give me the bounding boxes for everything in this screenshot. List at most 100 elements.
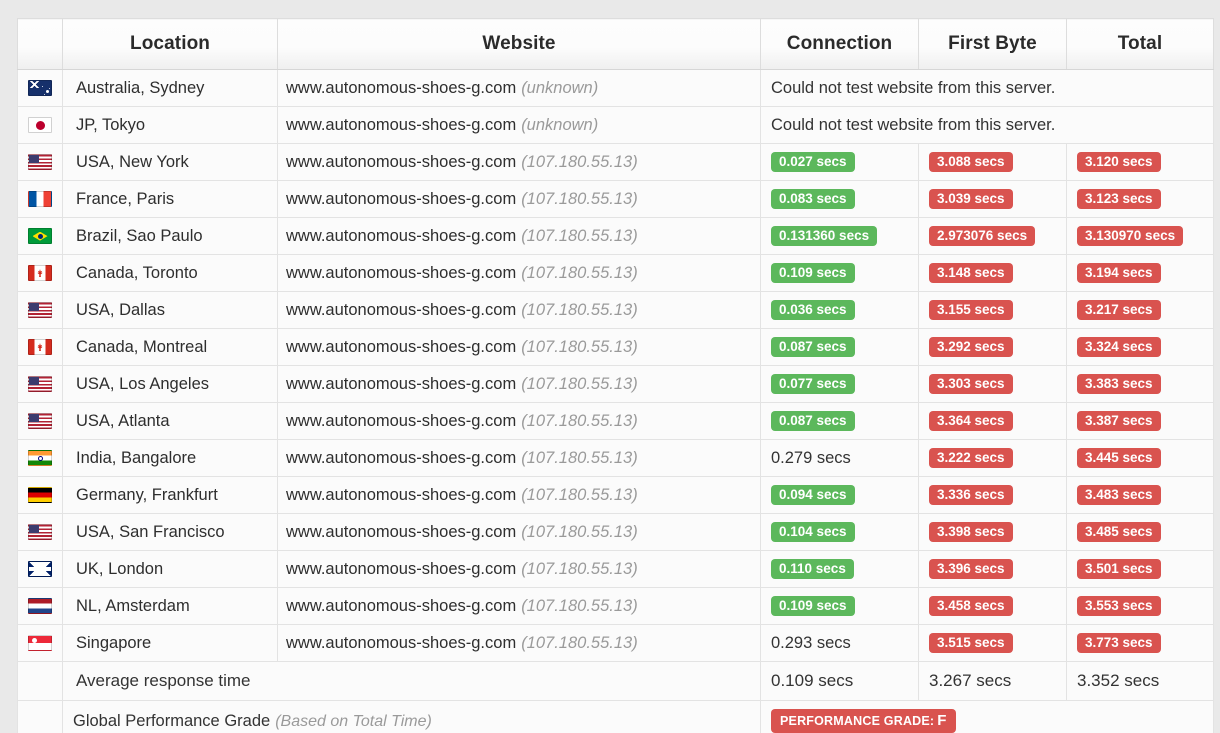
total-cell: 3.324 secs bbox=[1067, 329, 1214, 366]
flag-cell bbox=[18, 144, 63, 181]
grade-label-note: (Based on Total Time) bbox=[275, 713, 432, 730]
website-host: www.autonomous-shoes-g.com bbox=[286, 116, 516, 134]
website-ip: (107.180.55.13) bbox=[521, 486, 638, 504]
website-ip: (107.180.55.13) bbox=[521, 227, 638, 245]
table-row: Canada, Torontowww.autonomous-shoes-g.co… bbox=[18, 255, 1214, 292]
location-cell: USA, New York bbox=[63, 144, 278, 181]
flag-cell bbox=[18, 625, 63, 662]
first-byte-badge: 3.398 secs bbox=[929, 522, 1013, 543]
total-cell: 3.217 secs bbox=[1067, 292, 1214, 329]
total-badge: 3.485 secs bbox=[1077, 522, 1161, 543]
performance-test-page: Location Website Connection First Byte T… bbox=[0, 0, 1220, 733]
connection-cell: 0.094 secs bbox=[761, 477, 919, 514]
website-host: www.autonomous-shoes-g.com bbox=[286, 412, 516, 430]
total-cell: 3.194 secs bbox=[1067, 255, 1214, 292]
total-badge: 3.130970 secs bbox=[1077, 226, 1183, 247]
total-cell: 3.483 secs bbox=[1067, 477, 1214, 514]
first-byte-badge: 3.148 secs bbox=[929, 263, 1013, 284]
connection-badge: 0.104 secs bbox=[771, 522, 855, 543]
total-badge: 3.383 secs bbox=[1077, 374, 1161, 395]
website-cell: www.autonomous-shoes-g.com(107.180.55.13… bbox=[278, 551, 761, 588]
website-cell: www.autonomous-shoes-g.com (unknown) bbox=[278, 107, 761, 144]
location-cell: Germany, Frankfurt bbox=[63, 477, 278, 514]
connection-cell: 0.087 secs bbox=[761, 403, 919, 440]
flag-us-icon bbox=[28, 376, 52, 392]
first-byte-cell: 3.458 secs bbox=[919, 588, 1067, 625]
column-header-first-byte[interactable]: First Byte bbox=[919, 19, 1067, 70]
connection-cell: 0.279 secs bbox=[761, 440, 919, 477]
table-row: USA, Atlantawww.autonomous-shoes-g.com(1… bbox=[18, 403, 1214, 440]
website-cell: www.autonomous-shoes-g.com(107.180.55.13… bbox=[278, 625, 761, 662]
website-cell: www.autonomous-shoes-g.com(107.180.55.13… bbox=[278, 329, 761, 366]
table-row: UK, Londonwww.autonomous-shoes-g.com(107… bbox=[18, 551, 1214, 588]
flag-us-icon bbox=[28, 154, 52, 170]
first-byte-cell: 3.155 secs bbox=[919, 292, 1067, 329]
connection-badge: 0.131360 secs bbox=[771, 226, 877, 247]
first-byte-badge: 3.088 secs bbox=[929, 152, 1013, 173]
grade-flag-spacer bbox=[18, 701, 63, 733]
flag-br-icon bbox=[28, 228, 52, 244]
first-byte-badge: 3.039 secs bbox=[929, 189, 1013, 210]
website-ip: (unknown) bbox=[521, 116, 598, 134]
flag-cell bbox=[18, 588, 63, 625]
website-host: www.autonomous-shoes-g.com bbox=[286, 486, 516, 504]
flag-de-icon bbox=[28, 487, 52, 503]
website-ip: (107.180.55.13) bbox=[521, 375, 638, 393]
table-header-row: Location Website Connection First Byte T… bbox=[18, 19, 1214, 70]
website-host: www.autonomous-shoes-g.com bbox=[286, 560, 516, 578]
first-byte-cell: 3.398 secs bbox=[919, 514, 1067, 551]
average-connection-value: 0.109 secs bbox=[761, 662, 919, 701]
flag-jp-icon bbox=[28, 117, 52, 133]
total-cell: 3.120 secs bbox=[1067, 144, 1214, 181]
error-message-cell: Could not test website from this server. bbox=[761, 70, 1214, 107]
connection-cell: 0.110 secs bbox=[761, 551, 919, 588]
connection-cell: 0.077 secs bbox=[761, 366, 919, 403]
table-header: Location Website Connection First Byte T… bbox=[18, 19, 1214, 70]
grade-badge-cell: PERFORMANCE GRADE:F bbox=[761, 701, 1214, 733]
first-byte-cell: 3.364 secs bbox=[919, 403, 1067, 440]
flag-ca-icon bbox=[28, 339, 52, 355]
website-cell: www.autonomous-shoes-g.com(107.180.55.13… bbox=[278, 440, 761, 477]
website-host: www.autonomous-shoes-g.com bbox=[286, 449, 516, 467]
first-byte-cell: 3.222 secs bbox=[919, 440, 1067, 477]
flag-cell bbox=[18, 551, 63, 588]
website-host: www.autonomous-shoes-g.com bbox=[286, 153, 516, 171]
table-row: Canada, Montrealwww.autonomous-shoes-g.c… bbox=[18, 329, 1214, 366]
website-cell: www.autonomous-shoes-g.com(107.180.55.13… bbox=[278, 292, 761, 329]
website-host: www.autonomous-shoes-g.com bbox=[286, 301, 516, 319]
column-header-flag bbox=[18, 19, 63, 70]
column-header-website[interactable]: Website bbox=[278, 19, 761, 70]
first-byte-cell: 3.039 secs bbox=[919, 181, 1067, 218]
flag-cell bbox=[18, 70, 63, 107]
website-host: www.autonomous-shoes-g.com bbox=[286, 190, 516, 208]
website-cell: www.autonomous-shoes-g.com (107.180.55.13… bbox=[278, 477, 761, 514]
global-performance-grade-label: Global Performance Grade(Based on Total … bbox=[63, 701, 761, 733]
first-byte-badge: 3.336 secs bbox=[929, 485, 1013, 506]
website-ip: (unknown) bbox=[521, 79, 598, 97]
location-cell: Australia, Sydney bbox=[63, 70, 278, 107]
column-header-connection[interactable]: Connection bbox=[761, 19, 919, 70]
website-host: www.autonomous-shoes-g.com bbox=[286, 634, 516, 652]
connection-badge: 0.036 secs bbox=[771, 300, 855, 321]
flag-au-icon bbox=[28, 80, 52, 96]
flag-ca-icon bbox=[28, 265, 52, 281]
connection-badge: 0.094 secs bbox=[771, 485, 855, 506]
website-cell: www.autonomous-shoes-g.com(107.180.55.13… bbox=[278, 218, 761, 255]
total-badge: 3.217 secs bbox=[1077, 300, 1161, 321]
website-ip: (107.180.55.13) bbox=[521, 338, 638, 356]
website-host: www.autonomous-shoes-g.com bbox=[286, 597, 516, 615]
total-badge: 3.123 secs bbox=[1077, 189, 1161, 210]
column-header-location[interactable]: Location bbox=[63, 19, 278, 70]
table-row: Brazil, Sao Paulowww.autonomous-shoes-g.… bbox=[18, 218, 1214, 255]
column-header-total[interactable]: Total bbox=[1067, 19, 1214, 70]
flag-in-icon bbox=[28, 450, 52, 466]
website-host: www.autonomous-shoes-g.com bbox=[286, 264, 516, 282]
table-row: JP, Tokyowww.autonomous-shoes-g.com(unkn… bbox=[18, 107, 1214, 144]
flag-cell bbox=[18, 366, 63, 403]
website-host: www.autonomous-shoes-g.com bbox=[286, 375, 516, 393]
flag-fr-icon bbox=[28, 191, 52, 207]
flag-cell bbox=[18, 329, 63, 366]
first-byte-badge: 3.222 secs bbox=[929, 448, 1013, 469]
connection-badge: 0.027 secs bbox=[771, 152, 855, 173]
website-cell: www.autonomous-shoes-g.com(107.180.55.13… bbox=[278, 144, 761, 181]
